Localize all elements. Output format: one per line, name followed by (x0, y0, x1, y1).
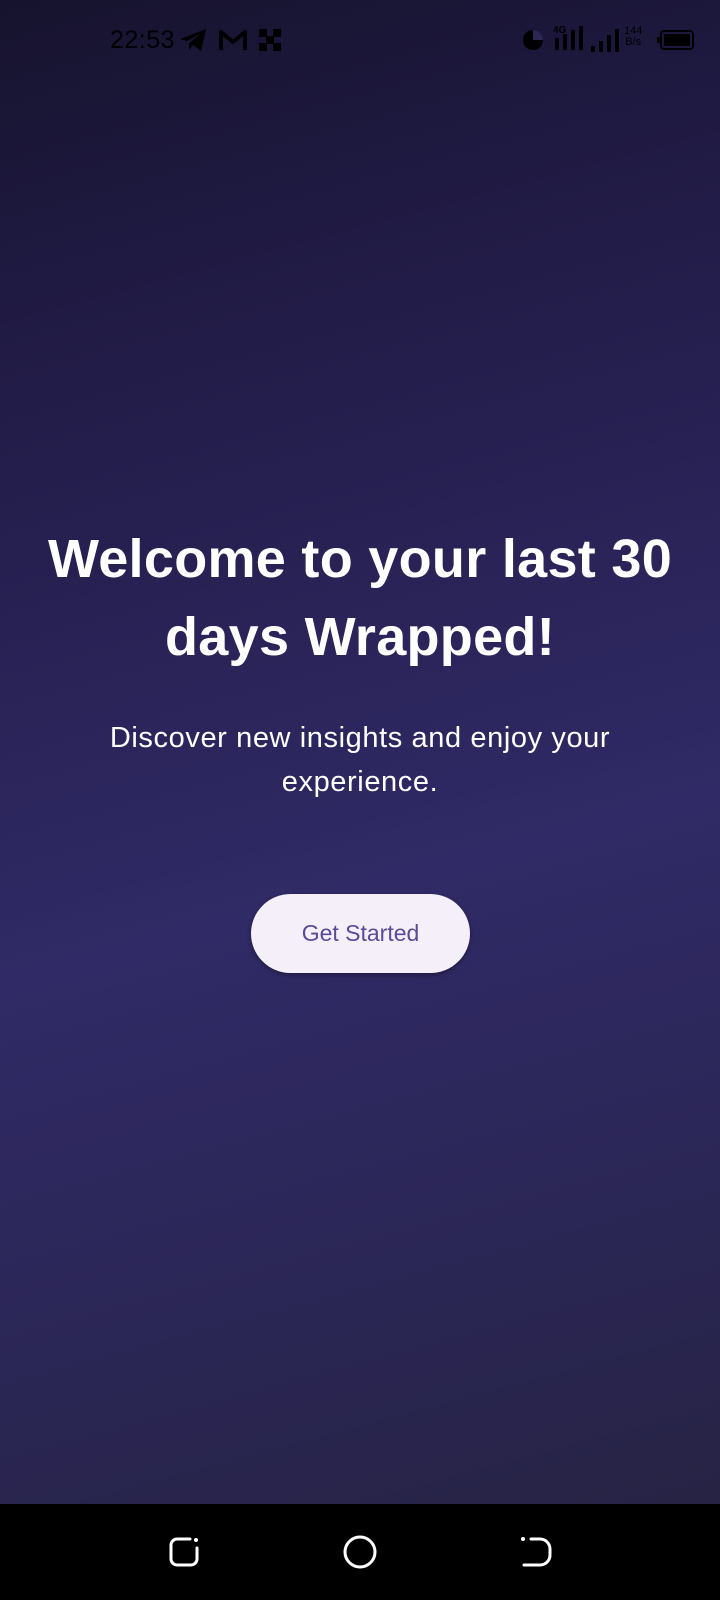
telegram-icon (180, 29, 206, 51)
network-speed: 144 B/s (624, 26, 642, 48)
page-subtitle: Discover new insights and enjoy your exp… (109, 722, 611, 798)
gmail-icon (219, 30, 247, 50)
signal-icon: 4G (553, 25, 583, 50)
back-icon[interactable] (518, 1534, 554, 1570)
home-icon[interactable] (342, 1534, 378, 1570)
system-nav-bar (0, 1504, 720, 1600)
battery-icon (657, 30, 694, 50)
signal-icon (591, 29, 619, 52)
status-time: 22:53 (110, 26, 176, 54)
app-grid-icon (259, 29, 281, 51)
network-speed-unit: B/s (625, 36, 642, 48)
get-started-button[interactable]: Get Started (251, 894, 470, 973)
page-title: Welcome to your last 30 days Wrapped! (47, 529, 673, 667)
status-bar: 22:53 4G 144 B/s (0, 0, 720, 80)
data-saver-icon (523, 30, 543, 50)
welcome-section: Welcome to your last 30 days Wrapped! Di… (40, 520, 680, 804)
recents-icon[interactable] (166, 1534, 202, 1570)
